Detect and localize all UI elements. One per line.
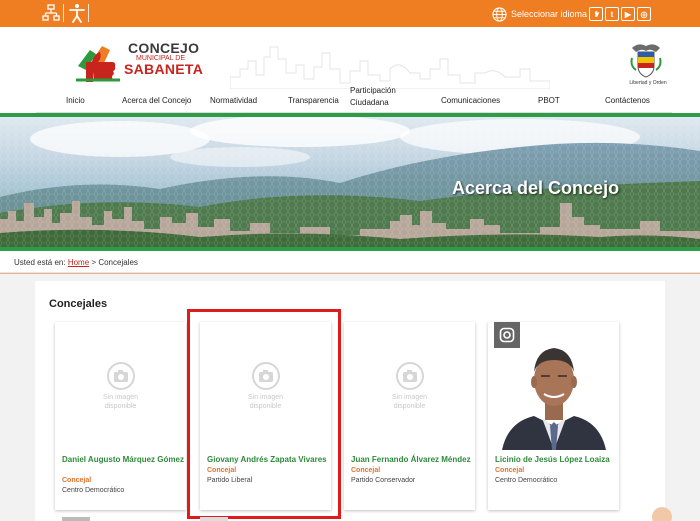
breadcrumb-separator: >: [91, 258, 97, 267]
councilor-role: Concejal: [495, 467, 525, 474]
next-row-card-edge: [62, 517, 90, 521]
councilor-name[interactable]: Juan Fernando Álvarez Méndez: [351, 454, 473, 465]
sitemap-icon[interactable]: [42, 4, 60, 22]
skyline-decoration: [230, 46, 550, 89]
breadcrumb-home-link[interactable]: Home: [68, 258, 89, 267]
nav-item-comunicaciones[interactable]: Comunicaciones: [441, 95, 500, 107]
breadcrumb-prefix: Usted está en:: [14, 258, 66, 267]
councilor-card[interactable]: Sin imagen disponible Juan Fernando Álva…: [344, 322, 475, 510]
councilor-name[interactable]: Licinio de Jesús López Loaiza: [495, 454, 617, 465]
councilor-role: Concejal: [351, 467, 381, 474]
breadcrumb-current: Concejales: [98, 258, 138, 267]
camera-icon: [395, 361, 424, 390]
nav-item-transparencia[interactable]: Transparencia: [288, 95, 339, 107]
main-nav: Inicio Acerca del Concejo Normatividad T…: [36, 86, 672, 113]
nav-item-pbot[interactable]: PBOT: [538, 95, 560, 107]
instagram-icon[interactable]: ◎: [637, 7, 651, 21]
councilor-card[interactable]: Sin imagen disponible Daniel Augusto Már…: [55, 322, 186, 510]
hero-banner: Acerca del Concejo: [0, 117, 700, 247]
nav-item-contactenos[interactable]: Contáctenos: [605, 95, 650, 107]
facebook-icon[interactable]: f: [589, 7, 603, 21]
globe-icon: [492, 6, 507, 22]
hero-title: Acerca del Concejo: [452, 178, 620, 198]
nav-item-acerca[interactable]: Acerca del Concejo: [122, 95, 191, 107]
logo-line-1: CONCEJO: [128, 40, 200, 56]
no-image-placeholder: Sin imagen disponible: [55, 322, 186, 450]
twitter-icon[interactable]: t: [605, 7, 619, 21]
instagram-glyph: [499, 327, 515, 343]
councilor-party: Partido Conservador: [351, 477, 416, 484]
logo-line-3: SABANETA: [124, 61, 204, 77]
colombia-coat-of-arms-icon: [630, 44, 662, 78]
youtube-icon[interactable]: ▶: [621, 7, 635, 21]
no-image-caption: Sin imagen disponible: [391, 393, 428, 410]
no-image-caption: Sin imagen disponible: [102, 393, 139, 410]
divider: [63, 4, 64, 22]
next-row-card-edge: [200, 517, 228, 521]
breadcrumb-divider: [0, 273, 700, 274]
thumbs-up-logo-icon: [76, 46, 120, 82]
divider: [88, 4, 89, 22]
councilor-party: Centro Democrático: [495, 477, 558, 484]
site-header: CONCEJO MUNICIPAL DE SABANETA Libertad y…: [0, 27, 700, 113]
no-image-placeholder: Sin imagen disponible: [344, 322, 475, 450]
councilor-card[interactable]: Licinio de Jesús López Loaiza Concejal C…: [488, 322, 619, 510]
language-label: Seleccionar idioma: [511, 9, 588, 19]
language-selector[interactable]: Seleccionar idioma ▼: [492, 6, 601, 22]
nav-item-inicio[interactable]: Inicio: [66, 95, 85, 107]
camera-icon: [106, 361, 135, 390]
coat-of-arms-caption: Libertad y Orden: [629, 80, 667, 86]
councilor-party: Centro Democrático: [62, 487, 125, 494]
councilor-role: Concejal: [62, 477, 92, 484]
councilor-name[interactable]: Daniel Augusto Márquez Gómez: [62, 454, 184, 465]
section-title: Concejales: [49, 298, 108, 310]
breadcrumb: Usted está en: Home > Concejales: [0, 251, 700, 273]
scroll-to-top-button[interactable]: [652, 507, 672, 521]
instagram-icon[interactable]: [494, 322, 520, 348]
nav-item-normatividad[interactable]: Normatividad: [210, 95, 257, 107]
top-bar: Seleccionar idioma ▼ f t ▶ ◎: [0, 0, 700, 27]
concejo-logo[interactable]: CONCEJO MUNICIPAL DE SABANETA: [72, 38, 203, 88]
selection-highlight: [187, 309, 341, 519]
accessibility-icon[interactable]: [68, 3, 86, 23]
nav-item-participacion[interactable]: Participación Ciudadana: [350, 85, 410, 109]
